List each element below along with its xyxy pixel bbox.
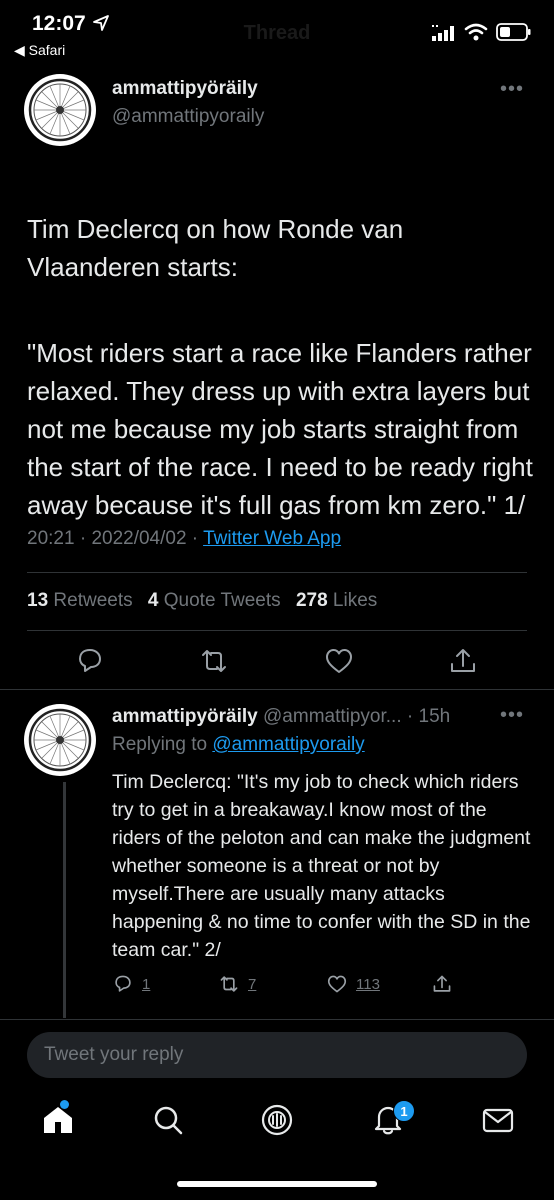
home-indicator[interactable] (177, 1181, 377, 1187)
divider (0, 1019, 554, 1020)
divider (27, 630, 527, 631)
reply-author-name[interactable]: ammattipyöräily (112, 706, 258, 727)
replying-to-handle-link[interactable]: @ammattipyoraily (212, 734, 364, 755)
divider (0, 689, 554, 690)
reply-tweet-text: Tim Declercq: "It's my job to check whic… (112, 771, 531, 961)
likes-count[interactable]: 278 (296, 590, 328, 611)
share-icon (433, 975, 451, 992)
reply-author-avatar[interactable] (24, 704, 96, 776)
home-new-content-dot (60, 1100, 69, 1109)
like-icon[interactable] (323, 645, 355, 677)
reply-retweet-button[interactable]: 7 (218, 972, 256, 996)
tweet-source-link[interactable]: Twitter Web App (203, 528, 341, 549)
notifications-badge: 1 (393, 1100, 415, 1122)
reply-header: ammattipyöräily @ammattipyor... · 15h (112, 706, 450, 728)
divider (27, 572, 527, 573)
replying-to: Replying to @ammattipyoraily (112, 734, 365, 756)
home-icon[interactable] (40, 1102, 76, 1138)
replying-to-label: Replying to (112, 734, 208, 755)
reply-share-button[interactable] (431, 972, 461, 996)
retweets-label[interactable]: Retweets (53, 590, 132, 611)
reply-retweets-count: 7 (248, 975, 257, 993)
wifi-icon (464, 23, 488, 41)
retweet-icon (220, 976, 238, 992)
battery-icon (496, 23, 531, 41)
likes-label[interactable]: Likes (333, 590, 377, 611)
retweet-icon[interactable] (198, 645, 230, 677)
author-name[interactable]: ammattipyöräily (112, 78, 258, 100)
tweet-stats: 13 Retweets 4 Quote Tweets 278 Likes (27, 590, 377, 612)
author-avatar[interactable] (24, 74, 96, 146)
reply-age: · 15h (406, 706, 451, 727)
reply-composer-input[interactable]: Tweet your reply (27, 1032, 527, 1078)
reply-author-handle[interactable]: @ammattipyor... (263, 706, 402, 727)
retweets-count[interactable]: 13 (27, 590, 48, 611)
status-bar: 12:07 ◀ Safari Thread (0, 0, 554, 66)
reply-icon (115, 975, 131, 992)
spaces-icon[interactable] (259, 1102, 295, 1138)
thread-connector-line (63, 782, 66, 1018)
tweet-text-paragraph: Tim Declercq on how Ronde van Vlaanderen… (27, 214, 404, 282)
messages-icon[interactable] (480, 1102, 516, 1138)
reply-icon[interactable] (74, 645, 106, 677)
reply-more-options-icon[interactable]: ••• (500, 704, 524, 727)
tweet-text: Tim Declercq on how Ronde van Vlaanderen… (27, 172, 537, 572)
bicycle-wheel-icon (28, 78, 92, 142)
share-icon[interactable] (447, 645, 479, 677)
like-icon (327, 975, 347, 993)
cellular-signal-icon (432, 25, 454, 41)
search-icon[interactable] (150, 1102, 186, 1138)
more-options-icon[interactable]: ••• (500, 78, 524, 101)
tweet-time: 20:21 (27, 528, 75, 549)
reply-replies-count: 1 (142, 975, 151, 993)
reply-reply-button[interactable]: 1 (112, 972, 150, 996)
bicycle-wheel-icon (28, 708, 92, 772)
author-handle[interactable]: @ammattipyoraily (112, 106, 264, 128)
tweet-text-paragraph: "Most riders start a race like Flanders … (27, 338, 533, 520)
reply-likes-count: 113 (356, 975, 380, 993)
reply-like-button[interactable]: 113 (326, 972, 380, 996)
tweet-date: 2022/04/02 (91, 528, 187, 549)
tweet-timestamp: 20:21 · 2022/04/02 · Twitter Web App (27, 528, 342, 549)
quote-tweets-label[interactable]: Quote Tweets (164, 590, 281, 611)
quote-tweets-count[interactable]: 4 (148, 590, 159, 611)
